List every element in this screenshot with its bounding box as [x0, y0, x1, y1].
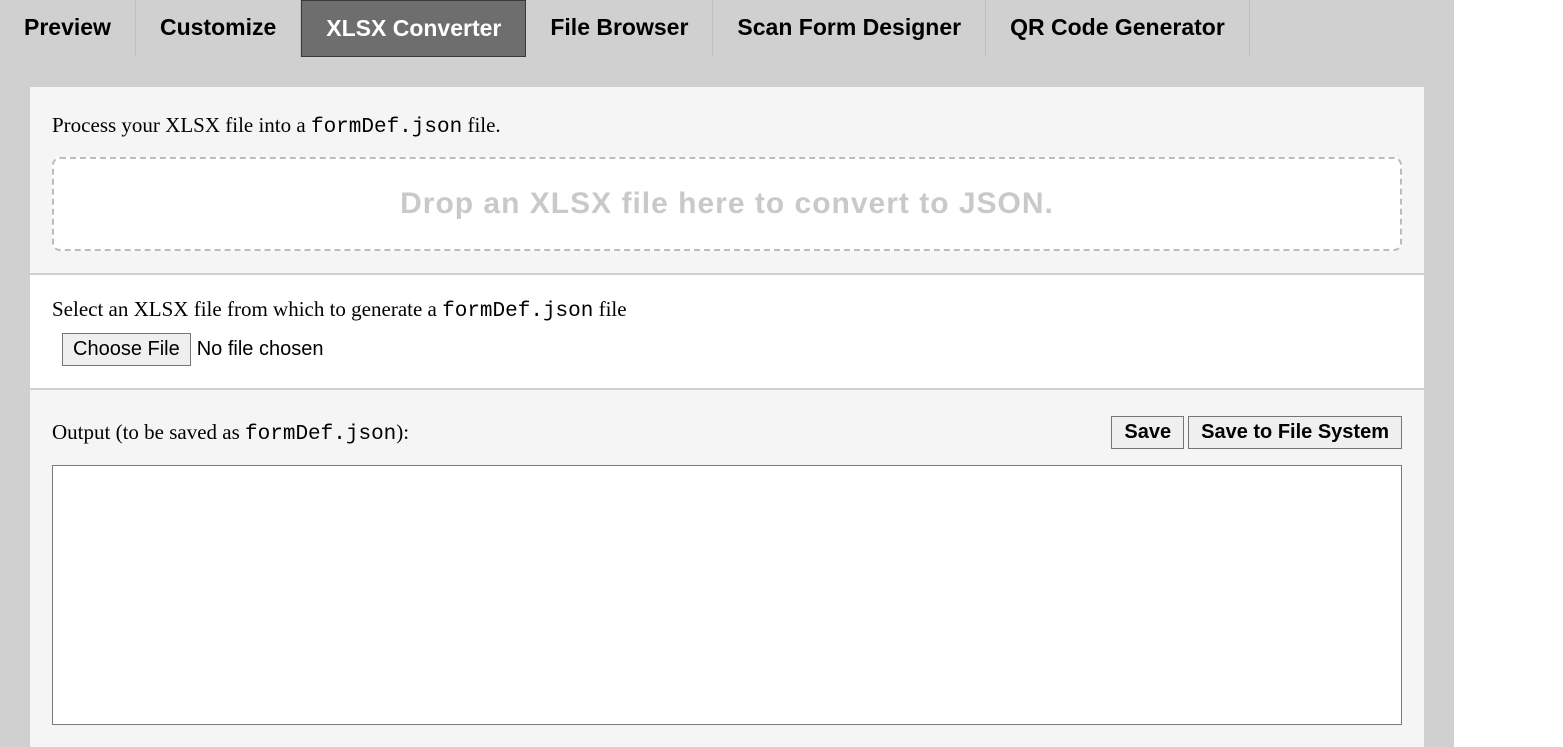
intro-panel: Process your XLSX file into a formDef.js…	[30, 87, 1424, 273]
tab-xlsx-converter[interactable]: XLSX Converter	[301, 0, 526, 57]
tab-qr-code-generator[interactable]: QR Code Generator	[986, 0, 1250, 57]
tab-scan-form-designer[interactable]: Scan Form Designer	[713, 0, 986, 57]
output-label: Output (to be saved as formDef.json):	[52, 420, 409, 446]
save-to-filesystem-button[interactable]: Save to File System	[1188, 416, 1402, 449]
output-panel: Output (to be saved as formDef.json): Sa…	[30, 390, 1424, 747]
select-suffix: file	[593, 297, 626, 321]
choose-file-button[interactable]: Choose File	[62, 333, 191, 366]
output-textarea[interactable]	[52, 465, 1402, 725]
intro-prefix: Process your XLSX file into a	[52, 113, 311, 137]
tab-bar: Preview Customize XLSX Converter File Br…	[0, 0, 1454, 57]
tab-preview[interactable]: Preview	[0, 0, 136, 57]
intro-suffix: file.	[462, 113, 500, 137]
file-status-text: No file chosen	[197, 338, 324, 361]
tab-customize[interactable]: Customize	[136, 0, 301, 57]
tab-file-browser[interactable]: File Browser	[526, 0, 713, 57]
page-body: Process your XLSX file into a formDef.js…	[0, 57, 1454, 747]
output-label-prefix: Output (to be saved as	[52, 420, 245, 444]
file-input-row: Choose File No file chosen	[62, 333, 1402, 366]
output-label-code: formDef.json	[245, 423, 396, 446]
output-buttons: Save Save to File System	[1111, 416, 1402, 449]
save-button[interactable]: Save	[1111, 416, 1184, 449]
output-label-suffix: ):	[396, 420, 409, 444]
select-prefix: Select an XLSX file from which to genera…	[52, 297, 442, 321]
dropzone[interactable]: Drop an XLSX file here to convert to JSO…	[52, 157, 1402, 251]
intro-text: Process your XLSX file into a formDef.js…	[52, 113, 1402, 139]
file-select-panel: Select an XLSX file from which to genera…	[30, 275, 1424, 388]
select-code: formDef.json	[442, 300, 593, 323]
intro-code: formDef.json	[311, 116, 462, 139]
select-text: Select an XLSX file from which to genera…	[52, 297, 1402, 323]
output-header: Output (to be saved as formDef.json): Sa…	[52, 416, 1402, 449]
dropzone-text: Drop an XLSX file here to convert to JSO…	[64, 187, 1390, 221]
